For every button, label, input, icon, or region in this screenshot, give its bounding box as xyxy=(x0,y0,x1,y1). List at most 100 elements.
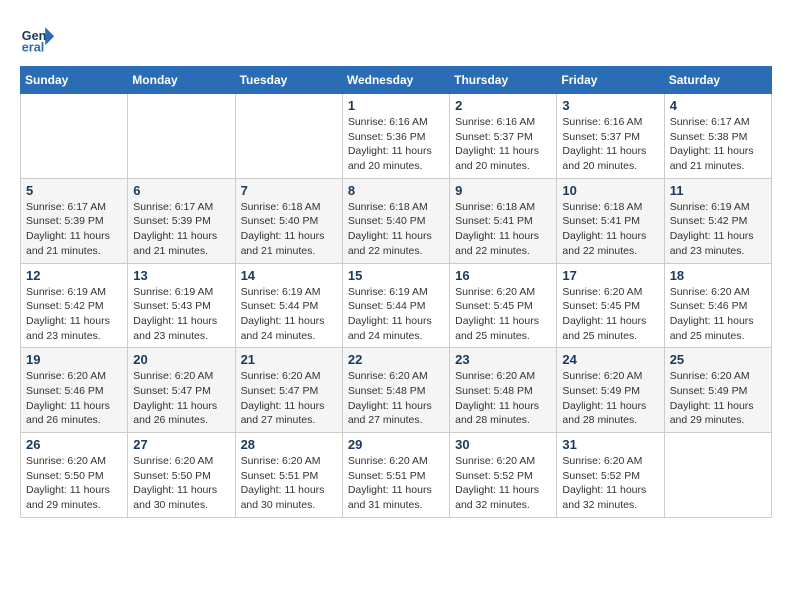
day-info: Sunrise: 6:19 AM Sunset: 5:43 PM Dayligh… xyxy=(133,285,229,344)
header-friday: Friday xyxy=(557,67,664,94)
day-number: 7 xyxy=(241,183,337,198)
day-info: Sunrise: 6:20 AM Sunset: 5:46 PM Dayligh… xyxy=(670,285,766,344)
day-info: Sunrise: 6:20 AM Sunset: 5:50 PM Dayligh… xyxy=(26,454,122,513)
week-row-1: 1 Sunrise: 6:16 AM Sunset: 5:36 PM Daylig… xyxy=(21,94,772,179)
calendar-cell: 13 Sunrise: 6:19 AM Sunset: 5:43 PM Dayli… xyxy=(128,263,235,348)
day-info: Sunrise: 6:18 AM Sunset: 5:41 PM Dayligh… xyxy=(562,200,658,259)
calendar-cell: 19 Sunrise: 6:20 AM Sunset: 5:46 PM Dayli… xyxy=(21,348,128,433)
calendar-cell: 23Sunrise: 6:20 AM Sunset: 5:48 PM Dayli… xyxy=(450,348,557,433)
day-number: 18 xyxy=(670,268,766,283)
day-info: Sunrise: 6:20 AM Sunset: 5:46 PM Dayligh… xyxy=(26,369,122,428)
day-number: 26 xyxy=(26,437,122,452)
calendar-cell: 8 Sunrise: 6:18 AM Sunset: 5:40 PM Daylig… xyxy=(342,178,449,263)
header-monday: Monday xyxy=(128,67,235,94)
day-number: 2 xyxy=(455,98,551,113)
calendar-cell: 6 Sunrise: 6:17 AM Sunset: 5:39 PM Daylig… xyxy=(128,178,235,263)
day-number: 22 xyxy=(348,352,444,367)
day-info: Sunrise: 6:16 AM Sunset: 5:37 PM Dayligh… xyxy=(562,115,658,174)
day-number: 5 xyxy=(26,183,122,198)
calendar-cell: 1 Sunrise: 6:16 AM Sunset: 5:36 PM Daylig… xyxy=(342,94,449,179)
calendar-cell xyxy=(664,433,771,518)
day-number: 14 xyxy=(241,268,337,283)
day-info: Sunrise: 6:19 AM Sunset: 5:44 PM Dayligh… xyxy=(241,285,337,344)
header-row: SundayMondayTuesdayWednesdayThursdayFrid… xyxy=(21,67,772,94)
day-info: Sunrise: 6:16 AM Sunset: 5:36 PM Dayligh… xyxy=(348,115,444,174)
day-number: 6 xyxy=(133,183,229,198)
day-number: 23 xyxy=(455,352,551,367)
day-info: Sunrise: 6:20 AM Sunset: 5:52 PM Dayligh… xyxy=(455,454,551,513)
svg-text:eral: eral xyxy=(22,41,44,55)
day-info: Sunrise: 6:20 AM Sunset: 5:49 PM Dayligh… xyxy=(562,369,658,428)
calendar-cell xyxy=(235,94,342,179)
day-number: 27 xyxy=(133,437,229,452)
day-info: Sunrise: 6:18 AM Sunset: 5:40 PM Dayligh… xyxy=(348,200,444,259)
week-row-2: 5 Sunrise: 6:17 AM Sunset: 5:39 PM Daylig… xyxy=(21,178,772,263)
day-info: Sunrise: 6:20 AM Sunset: 5:49 PM Dayligh… xyxy=(670,369,766,428)
day-info: Sunrise: 6:17 AM Sunset: 5:39 PM Dayligh… xyxy=(133,200,229,259)
day-number: 31 xyxy=(562,437,658,452)
day-info: Sunrise: 6:19 AM Sunset: 5:44 PM Dayligh… xyxy=(348,285,444,344)
calendar-cell: 3 Sunrise: 6:16 AM Sunset: 5:37 PM Daylig… xyxy=(557,94,664,179)
day-number: 12 xyxy=(26,268,122,283)
day-number: 16 xyxy=(455,268,551,283)
day-number: 20 xyxy=(133,352,229,367)
calendar-cell: 21 Sunrise: 6:20 AM Sunset: 5:47 PM Dayli… xyxy=(235,348,342,433)
day-number: 28 xyxy=(241,437,337,452)
day-number: 10 xyxy=(562,183,658,198)
day-number: 13 xyxy=(133,268,229,283)
day-number: 9 xyxy=(455,183,551,198)
day-info: Sunrise: 6:20 AM Sunset: 5:47 PM Dayligh… xyxy=(241,369,337,428)
calendar-cell: 24 Sunrise: 6:20 AM Sunset: 5:49 PM Dayli… xyxy=(557,348,664,433)
day-info: Sunrise: 6:18 AM Sunset: 5:41 PM Dayligh… xyxy=(455,200,551,259)
day-info: Sunrise: 6:17 AM Sunset: 5:39 PM Dayligh… xyxy=(26,200,122,259)
header-sunday: Sunday xyxy=(21,67,128,94)
day-number: 21 xyxy=(241,352,337,367)
day-info: Sunrise: 6:17 AM Sunset: 5:38 PM Dayligh… xyxy=(670,115,766,174)
day-number: 29 xyxy=(348,437,444,452)
logo: Gen eral xyxy=(20,20,60,56)
calendar-cell: 26 Sunrise: 6:20 AM Sunset: 5:50 PM Dayli… xyxy=(21,433,128,518)
day-number: 17 xyxy=(562,268,658,283)
day-number: 19 xyxy=(26,352,122,367)
calendar-cell: 25 Sunrise: 6:20 AM Sunset: 5:49 PM Dayli… xyxy=(664,348,771,433)
calendar-cell: 27 Sunrise: 6:20 AM Sunset: 5:50 PM Dayli… xyxy=(128,433,235,518)
calendar-cell: 22 Sunrise: 6:20 AM Sunset: 5:48 PM Dayli… xyxy=(342,348,449,433)
header-tuesday: Tuesday xyxy=(235,67,342,94)
day-number: 3 xyxy=(562,98,658,113)
calendar-header: SundayMondayTuesdayWednesdayThursdayFrid… xyxy=(21,67,772,94)
calendar-cell: 17 Sunrise: 6:20 AM Sunset: 5:45 PM Dayli… xyxy=(557,263,664,348)
day-number: 1 xyxy=(348,98,444,113)
calendar-cell xyxy=(128,94,235,179)
day-info: Sunrise: 6:20 AM Sunset: 5:51 PM Dayligh… xyxy=(241,454,337,513)
calendar-cell: 14 Sunrise: 6:19 AM Sunset: 5:44 PM Dayli… xyxy=(235,263,342,348)
calendar-cell: 12 Sunrise: 6:19 AM Sunset: 5:42 PM Dayli… xyxy=(21,263,128,348)
day-number: 8 xyxy=(348,183,444,198)
header-saturday: Saturday xyxy=(664,67,771,94)
logo-icon: Gen eral xyxy=(20,20,56,56)
day-number: 4 xyxy=(670,98,766,113)
calendar-cell: 15Sunrise: 6:19 AM Sunset: 5:44 PM Dayli… xyxy=(342,263,449,348)
day-info: Sunrise: 6:18 AM Sunset: 5:40 PM Dayligh… xyxy=(241,200,337,259)
day-number: 30 xyxy=(455,437,551,452)
calendar-cell: 11Sunrise: 6:19 AM Sunset: 5:42 PM Dayli… xyxy=(664,178,771,263)
header-thursday: Thursday xyxy=(450,67,557,94)
page-header: Gen eral xyxy=(20,20,772,56)
day-info: Sunrise: 6:19 AM Sunset: 5:42 PM Dayligh… xyxy=(26,285,122,344)
day-info: Sunrise: 6:20 AM Sunset: 5:45 PM Dayligh… xyxy=(562,285,658,344)
day-number: 25 xyxy=(670,352,766,367)
calendar-cell: 16Sunrise: 6:20 AM Sunset: 5:45 PM Dayli… xyxy=(450,263,557,348)
day-number: 24 xyxy=(562,352,658,367)
calendar-cell: 7 Sunrise: 6:18 AM Sunset: 5:40 PM Daylig… xyxy=(235,178,342,263)
calendar-cell: 30 Sunrise: 6:20 AM Sunset: 5:52 PM Dayli… xyxy=(450,433,557,518)
week-row-4: 19 Sunrise: 6:20 AM Sunset: 5:46 PM Dayli… xyxy=(21,348,772,433)
calendar-cell: 31 Sunrise: 6:20 AM Sunset: 5:52 PM Dayli… xyxy=(557,433,664,518)
day-info: Sunrise: 6:20 AM Sunset: 5:47 PM Dayligh… xyxy=(133,369,229,428)
calendar-table: SundayMondayTuesdayWednesdayThursdayFrid… xyxy=(20,66,772,518)
week-row-3: 12 Sunrise: 6:19 AM Sunset: 5:42 PM Dayli… xyxy=(21,263,772,348)
week-row-5: 26 Sunrise: 6:20 AM Sunset: 5:50 PM Dayli… xyxy=(21,433,772,518)
day-info: Sunrise: 6:20 AM Sunset: 5:51 PM Dayligh… xyxy=(348,454,444,513)
day-info: Sunrise: 6:20 AM Sunset: 5:52 PM Dayligh… xyxy=(562,454,658,513)
day-info: Sunrise: 6:20 AM Sunset: 5:48 PM Dayligh… xyxy=(348,369,444,428)
day-info: Sunrise: 6:20 AM Sunset: 5:50 PM Dayligh… xyxy=(133,454,229,513)
calendar-cell: 4 Sunrise: 6:17 AM Sunset: 5:38 PM Daylig… xyxy=(664,94,771,179)
